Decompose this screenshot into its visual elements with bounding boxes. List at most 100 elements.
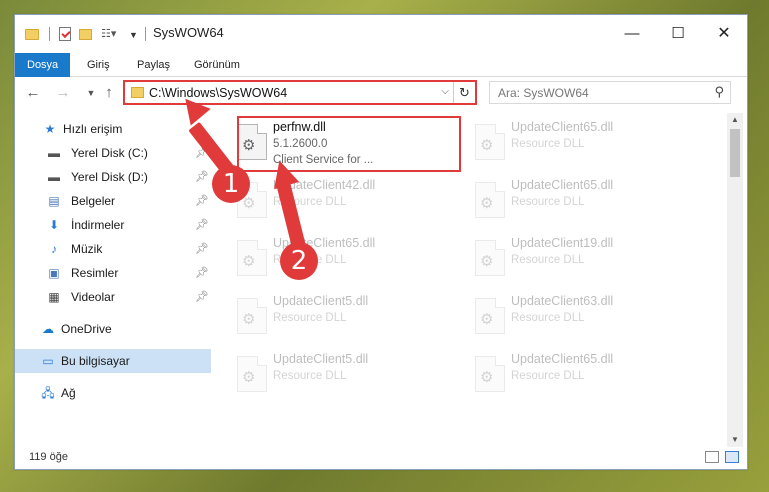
- sidebar-item-label: Müzik: [71, 242, 103, 256]
- sidebar-item-ag[interactable]: 🖧︎ Ağ: [15, 381, 211, 405]
- forward-arrow-icon[interactable]: →: [53, 84, 73, 101]
- drive-icon: ▬: [48, 146, 60, 160]
- dll-file-icon: ⚙: [475, 356, 505, 392]
- file-tile[interactable]: ⚙ UpdateClient5.dll Resource DLL: [225, 291, 447, 349]
- view-options-icon[interactable]: ☷▾: [101, 26, 123, 42]
- tab-dosya[interactable]: Dosya: [15, 53, 71, 77]
- pin-icon[interactable]: 📌︎: [195, 165, 209, 189]
- address-bar[interactable]: C:\Windows\SysWOW64 ⌵ ↻: [123, 80, 477, 105]
- pin-icon[interactable]: 📌︎: [195, 261, 209, 285]
- sidebar-item-belgeler[interactable]: ▤ Belgeler 📌︎: [15, 189, 211, 213]
- refresh-icon[interactable]: ↻: [453, 82, 475, 103]
- customize-toolbar-icon[interactable]: ▼: [129, 27, 138, 43]
- file-name: UpdateClient5.dll: [273, 294, 369, 308]
- sidebar-item-resimler[interactable]: ▣ Resimler 📌︎: [15, 261, 211, 285]
- sidebar-item-label: Ağ: [61, 386, 76, 400]
- sidebar-item-hizli-erisim[interactable]: ★ Hızlı erişim: [15, 117, 211, 141]
- tiles-view-icon[interactable]: [725, 451, 739, 463]
- annotation-badge-1: 1: [212, 165, 250, 203]
- pin-icon[interactable]: 📌︎: [195, 237, 209, 261]
- sidebar-item-indirmeler[interactable]: ⬇ İndirmeler 📌︎: [15, 213, 211, 237]
- dll-file-icon: ⚙: [475, 298, 505, 334]
- maximize-button[interactable]: ☐: [655, 15, 701, 53]
- file-tile[interactable]: ⚙ UpdateClient65.dll Resource DLL: [463, 117, 685, 175]
- dll-file-icon: ⚙: [237, 240, 267, 276]
- details-view-icon[interactable]: [705, 451, 719, 463]
- sidebar-item-label: Bu bilgisayar: [61, 354, 130, 368]
- pictures-icon: ▣: [48, 266, 60, 280]
- file-name: UpdateClient65.dll: [511, 352, 614, 366]
- up-arrow-icon[interactable]: ↑: [99, 84, 119, 101]
- file-tile[interactable]: ⚙ UpdateClient19.dll Resource DLL: [463, 233, 685, 291]
- navigation-pane: ★ Hızlı erişim ▬ Yerel Disk (C:) 📌︎ ▬ Ye…: [15, 113, 211, 447]
- chevron-down-icon[interactable]: ⌵: [441, 86, 449, 97]
- sidebar-item-onedrive[interactable]: ☁ OneDrive: [15, 317, 211, 341]
- file-type: Resource DLL: [273, 370, 347, 382]
- sidebar-item-label: İndirmeler: [71, 218, 125, 232]
- download-icon: ⬇: [48, 218, 60, 232]
- search-input[interactable]: Ara: SysWOW64 ⚲: [489, 81, 731, 104]
- tab-giris[interactable]: Giriş: [75, 53, 122, 77]
- network-icon: 🖧︎: [41, 386, 55, 400]
- sidebar-item-bu-bilgisayar[interactable]: ▭ Bu bilgisayar: [15, 349, 211, 373]
- search-icon[interactable]: ⚲: [714, 84, 724, 100]
- dll-file-icon: ⚙: [475, 240, 505, 276]
- minimize-button[interactable]: —: [609, 15, 655, 53]
- file-type: Resource DLL: [511, 254, 585, 266]
- vertical-scrollbar[interactable]: ▲ ▼: [727, 113, 743, 447]
- title-bar: ☷▾ ▼ SysWOW64 — ☐ ✕: [15, 15, 747, 53]
- sidebar-item-label: Yerel Disk (C:): [71, 146, 148, 160]
- sidebar-item-label: Yerel Disk (D:): [71, 170, 148, 184]
- sidebar-item-muzik[interactable]: ♪ Müzik 📌︎: [15, 237, 211, 261]
- properties-icon[interactable]: [59, 27, 71, 41]
- new-folder-icon[interactable]: [79, 29, 92, 40]
- pin-icon[interactable]: 📌︎: [195, 189, 209, 213]
- gear-icon: ⚙: [242, 195, 256, 212]
- gear-icon: ⚙: [242, 311, 256, 328]
- file-type: Resource DLL: [511, 312, 585, 324]
- sidebar-item-label: OneDrive: [61, 322, 112, 336]
- gear-icon: ⚙: [480, 195, 494, 212]
- file-tile[interactable]: ⚙ UpdateClient65.dll Resource DLL: [463, 175, 685, 233]
- file-tile[interactable]: ⚙ UpdateClient42.dll Resource DLL: [225, 175, 447, 233]
- scroll-down-icon[interactable]: ▼: [727, 433, 743, 447]
- file-tile[interactable]: ⚙ UpdateClient63.dll Resource DLL: [463, 291, 685, 349]
- tab-gorunum[interactable]: Görünüm: [182, 53, 252, 77]
- file-name: UpdateClient65.dll: [511, 178, 614, 192]
- pin-icon[interactable]: 📌︎: [195, 213, 209, 237]
- gear-icon: ⚙: [480, 253, 494, 270]
- folder-icon: [131, 87, 144, 98]
- file-type: Resource DLL: [511, 370, 585, 382]
- dll-file-icon: ⚙: [475, 124, 505, 160]
- close-button[interactable]: ✕: [701, 15, 747, 53]
- sidebar-item-label: Hızlı erişim: [63, 122, 123, 136]
- dll-file-icon: ⚙: [237, 298, 267, 334]
- recent-locations-icon[interactable]: ▼: [81, 88, 101, 98]
- status-bar: 119 öğe: [15, 447, 747, 469]
- gear-icon: ⚙: [480, 137, 494, 154]
- address-path[interactable]: C:\Windows\SysWOW64: [149, 86, 287, 100]
- gear-icon: ⚙: [242, 253, 256, 270]
- drive-icon: ▬: [48, 170, 60, 184]
- back-arrow-icon[interactable]: ←: [23, 84, 43, 101]
- file-tile[interactable]: ⚙ UpdateClient65.dll Resource DLL: [225, 233, 447, 291]
- explorer-window: ☷▾ ▼ SysWOW64 — ☐ ✕ Dosya Giriş Paylaş G…: [14, 14, 748, 470]
- file-name: UpdateClient63.dll: [511, 294, 614, 308]
- gear-icon: ⚙: [480, 311, 494, 328]
- scroll-up-icon[interactable]: ▲: [727, 113, 743, 127]
- pin-icon[interactable]: 📌︎: [195, 285, 209, 309]
- sidebar-item-yerel-disk-d[interactable]: ▬ Yerel Disk (D:) 📌︎: [15, 165, 211, 189]
- documents-icon: ▤: [48, 194, 60, 208]
- sidebar-item-yerel-disk-c[interactable]: ▬ Yerel Disk (C:) 📌︎: [15, 141, 211, 165]
- music-icon: ♪: [51, 242, 57, 256]
- sidebar-item-label: Videolar: [71, 290, 115, 304]
- file-tile[interactable]: ⚙ UpdateClient65.dll Resource DLL: [463, 349, 685, 407]
- separator: [145, 27, 146, 41]
- sidebar-item-label: Belgeler: [71, 194, 116, 208]
- file-tile[interactable]: ⚙ UpdateClient5.dll Resource DLL: [225, 349, 447, 407]
- separator: [49, 27, 50, 41]
- tab-paylas[interactable]: Paylaş: [125, 53, 182, 77]
- star-icon: ★: [44, 122, 56, 136]
- sidebar-item-videolar[interactable]: ▦ Videolar 📌︎: [15, 285, 211, 309]
- scroll-thumb[interactable]: [730, 129, 740, 177]
